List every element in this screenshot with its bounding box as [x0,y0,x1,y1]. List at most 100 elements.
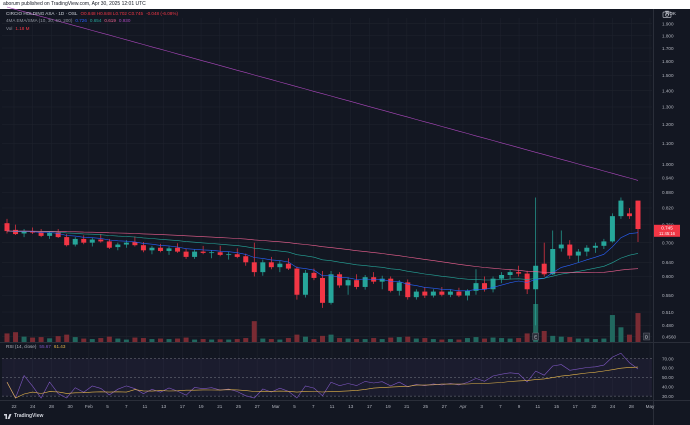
candle-body [618,200,624,217]
time-tick-label: 21 [404,404,410,409]
volume-bar [209,339,215,342]
time-tick-label: 5 [293,404,296,409]
price-tick-label: 0.600 [662,274,674,279]
time-tick-label: 7 [125,404,128,409]
volume-bar [106,336,112,342]
ma-value-4: 0.930 [118,18,131,24]
price-tick-label: 0.700 [662,240,674,245]
candle-body [354,280,360,287]
time-tick-label: Feb [85,404,93,409]
chart-screenshot: aborum published on TradingView.com, Apr… [0,0,690,425]
candle-body [38,232,44,236]
volume-bar [175,338,181,342]
time-axis: 22 24 28 30 Feb 5 7 11 13 17 19 21 25 27 Mar 5 7 11 13 17 19… [11,404,655,409]
ma-value-1: 0.726 [75,18,87,24]
time-tick-label: 7 [312,404,315,409]
candle-body [439,291,445,295]
candle-body [311,272,317,278]
candle-body [601,241,607,246]
candle-body [251,262,257,273]
time-tick-label: 25 [236,404,242,409]
volume-bar [490,337,496,342]
price-tick-label: 1.600 [662,59,674,64]
rsi-tick-label: 40.00 [662,384,674,389]
candle-body [302,272,308,295]
candle-body [413,291,419,298]
volume-bar [302,336,308,342]
vol-value: 1.18 M [15,25,30,31]
volume-bar [115,338,121,342]
volume-bar [447,339,453,342]
rsi-value: 55.67 [39,344,51,349]
volume-bar [541,330,547,342]
volume-bar [132,337,138,342]
volume-bar [456,339,462,342]
volume-bar [345,338,351,342]
time-tick-label: 24 [30,404,36,409]
time-tick-label: 3 [480,404,483,409]
volume-bar [192,339,198,342]
volume-bar [396,337,402,342]
candle-body [320,277,325,303]
candle-body [584,247,590,252]
volume-bar [635,313,641,342]
volume-bar [618,327,624,342]
time-tick-label: 19 [198,404,204,409]
candle-body [592,245,598,248]
vol-label[interactable]: Vol [6,25,12,33]
candle-body [345,280,351,286]
volume-bar [584,338,590,342]
candle-body [166,248,172,251]
volume-bar [524,333,530,342]
time-tick-label: 27 [255,404,261,409]
volume-bar [268,339,274,342]
time-tick-label: 28 [49,404,55,409]
volume-bar [38,337,44,342]
volume-bar [311,339,317,342]
volume-bar [337,338,343,342]
candle-body [183,251,189,257]
candle-body [98,239,104,242]
candle-body [499,275,505,279]
volume-bar [277,339,283,342]
volume-bar [243,338,249,342]
candle-body [157,247,163,251]
time-tick-label: 17 [180,404,186,409]
time-tick-label: 28 [629,404,635,409]
volume-bar [98,338,104,342]
rsi-label[interactable]: RSI (14, close) [6,344,36,349]
volume-bar [21,336,27,342]
time-tick-label: 21 [217,404,223,409]
ma-value-3: 0.619 [104,18,116,24]
volume-bar [166,339,172,342]
candle-body [447,291,453,295]
tradingview-logo[interactable]: TradingView [4,413,43,419]
candle-body [226,254,232,256]
candle-body [609,216,615,242]
candle-body [200,251,206,253]
candle-body [123,242,129,245]
volume-bar [413,338,419,342]
candle-body [626,213,632,217]
price-tick-label: 1.100 [662,141,674,146]
time-tick-label: 11 [143,404,148,409]
volume-bar [13,332,19,342]
time-tick-label: 19 [386,404,392,409]
chart-legend: CIRCIO HOLDING ASA · 1D · OSL O0.848 H0.… [6,10,178,33]
volume-bar [47,338,53,342]
volume-bar [217,339,223,342]
time-tick-label: 30 [68,404,74,409]
candles [4,197,641,326]
tradingview-icon [4,413,12,419]
volume-bar [516,338,522,342]
volume-bar [550,335,556,342]
candle-body [243,256,249,263]
volume-bar [64,334,70,342]
sma-200-line [6,6,639,181]
volume-bar [362,339,368,342]
volume-bar [388,337,394,342]
volume-bar [234,339,240,342]
time-tick-label: 11 [535,404,540,409]
price-chart[interactable]: 1.900 1.800 1.700 1.600 1.500 1.400 1.300 1.200… [0,0,690,425]
price-axis: 1.900 1.800 1.700 1.600 1.500 1.400 1.300 1.200… [662,21,676,339]
